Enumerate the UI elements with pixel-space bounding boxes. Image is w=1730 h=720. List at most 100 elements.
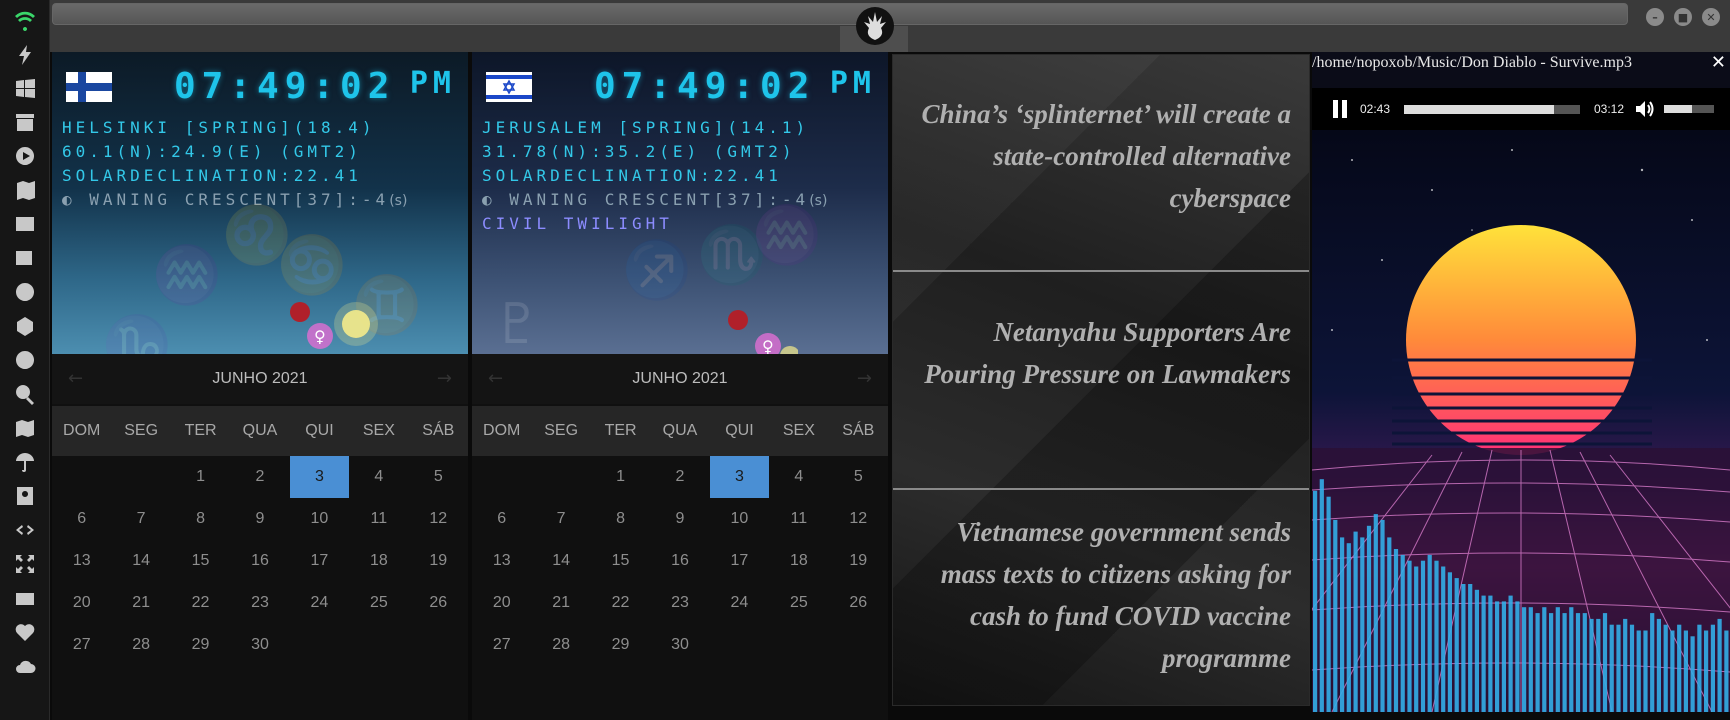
calendar-day[interactable]: 27 (52, 624, 111, 666)
visualizer-bar (1663, 624, 1668, 712)
calendar-day[interactable]: 4 (769, 456, 828, 498)
rebel-icon[interactable] (13, 280, 37, 304)
calendar-day[interactable]: 26 (829, 582, 888, 624)
calendar-day[interactable]: 4 (349, 456, 408, 498)
calendar-day[interactable]: 21 (111, 582, 170, 624)
calendar-day[interactable]: 22 (171, 582, 230, 624)
calendar-day[interactable]: 2 (230, 456, 289, 498)
calendar-day[interactable]: 9 (230, 498, 289, 540)
calendar-day[interactable]: 13 (52, 540, 111, 582)
calendar-day[interactable]: 5 (409, 456, 468, 498)
next-month-button[interactable]: → (437, 368, 452, 389)
news-headline[interactable]: Netanyahu Supporters Are Pouring Pressur… (913, 311, 1291, 395)
calendar-day[interactable]: 8 (591, 498, 650, 540)
calendar-day[interactable]: 18 (349, 540, 408, 582)
close-player-button[interactable]: ✕ (1711, 52, 1726, 73)
zodiac-sign-icon: ♇ (492, 292, 543, 354)
calendar-day[interactable]: 16 (230, 540, 289, 582)
search-icon[interactable] (13, 382, 37, 406)
calendar-day[interactable]: 25 (349, 582, 408, 624)
calendar-day[interactable]: 19 (409, 540, 468, 582)
windows-icon[interactable] (13, 76, 37, 100)
calendar-day[interactable]: 6 (472, 498, 531, 540)
calendar-day[interactable]: 7 (111, 498, 170, 540)
news-headline[interactable]: China’s ‘splinternet’ will create a stat… (913, 93, 1291, 219)
calendar-day[interactable]: 24 (710, 582, 769, 624)
map-icon[interactable] (13, 416, 37, 440)
lightning-icon[interactable] (13, 42, 37, 66)
pause-icon[interactable] (1328, 97, 1352, 121)
calendar-day[interactable]: 13 (472, 540, 531, 582)
calendar-day[interactable]: 29 (171, 624, 230, 666)
calendar-day[interactable]: 12 (409, 498, 468, 540)
calendar-day[interactable]: 20 (472, 582, 531, 624)
volume-slider[interactable] (1664, 105, 1714, 113)
calendar-day[interactable]: 22 (591, 582, 650, 624)
calendar-day[interactable]: 3 (709, 456, 770, 498)
wifi-icon[interactable] (13, 8, 37, 32)
contact-icon[interactable] (13, 484, 37, 508)
calendar-day[interactable]: 27 (472, 624, 531, 666)
calendar-day[interactable]: 23 (650, 582, 709, 624)
play-circle-icon[interactable] (13, 144, 37, 168)
map-book-icon[interactable] (13, 178, 37, 202)
calendar-day[interactable]: 29 (591, 624, 650, 666)
youtube-icon[interactable] (13, 586, 37, 610)
calendar-day[interactable]: 26 (409, 582, 468, 624)
news-headline[interactable]: Vietnamese government sends mass texts t… (913, 511, 1291, 679)
calendar-day[interactable]: 24 (290, 582, 349, 624)
calendar-day[interactable]: 15 (591, 540, 650, 582)
visualizer-bar (1515, 601, 1520, 712)
calendar-day[interactable]: 10 (290, 498, 349, 540)
calendar-day[interactable]: 17 (710, 540, 769, 582)
hexagon-icon[interactable] (13, 314, 37, 338)
calendar-day[interactable]: 5 (829, 456, 888, 498)
calendar-day[interactable]: 18 (769, 540, 828, 582)
calendar-day[interactable]: 15 (171, 540, 230, 582)
calendar-day[interactable]: 28 (531, 624, 590, 666)
globe-icon[interactable] (13, 348, 37, 372)
calendar-day[interactable]: 2 (650, 456, 709, 498)
seek-bar[interactable] (1404, 105, 1580, 114)
code-icon[interactable] (13, 518, 37, 542)
calendar-day[interactable]: 1 (171, 456, 230, 498)
calendar-day[interactable]: 17 (290, 540, 349, 582)
calendar-day[interactable]: 23 (230, 582, 289, 624)
calendar-day[interactable]: 1 (591, 456, 650, 498)
calendar-day[interactable]: 14 (531, 540, 590, 582)
calendar-day[interactable]: 25 (769, 582, 828, 624)
image-icon[interactable] (13, 212, 37, 236)
title-bar: – ■ ✕ (50, 0, 1730, 52)
maximize-button[interactable]: ■ (1674, 8, 1692, 26)
calendar-day[interactable]: 30 (650, 624, 709, 666)
calendar-day[interactable]: 6 (52, 498, 111, 540)
calendar-day[interactable]: 9 (650, 498, 709, 540)
newspaper-icon[interactable] (13, 246, 37, 270)
volume-icon[interactable] (1634, 99, 1656, 119)
moon-phase-icon: ◐ (482, 190, 510, 209)
close-window-button[interactable]: ✕ (1702, 8, 1720, 26)
calendar-day[interactable]: 21 (531, 582, 590, 624)
calendar-day[interactable]: 3 (289, 456, 350, 498)
calendar-day[interactable]: 20 (52, 582, 111, 624)
calendar-day[interactable]: 28 (111, 624, 170, 666)
calendar-day[interactable]: 11 (769, 498, 828, 540)
calendar-day[interactable]: 30 (230, 624, 289, 666)
expand-icon[interactable] (13, 552, 37, 576)
calendar-day[interactable]: 10 (710, 498, 769, 540)
archive-icon[interactable] (13, 110, 37, 134)
next-month-button[interactable]: → (857, 368, 872, 389)
calendar-day[interactable]: 7 (531, 498, 590, 540)
calendar-day[interactable]: 14 (111, 540, 170, 582)
address-bar[interactable] (52, 3, 1628, 25)
minimize-button[interactable]: – (1646, 8, 1664, 26)
umbrella-icon[interactable] (13, 450, 37, 474)
visualizer-bar (1340, 537, 1345, 712)
calendar-day[interactable]: 19 (829, 540, 888, 582)
calendar-day[interactable]: 11 (349, 498, 408, 540)
calendar-day[interactable]: 16 (650, 540, 709, 582)
calendar-day[interactable]: 8 (171, 498, 230, 540)
cloud-icon[interactable] (13, 654, 37, 678)
calendar-day[interactable]: 12 (829, 498, 888, 540)
heart-icon[interactable] (13, 620, 37, 644)
